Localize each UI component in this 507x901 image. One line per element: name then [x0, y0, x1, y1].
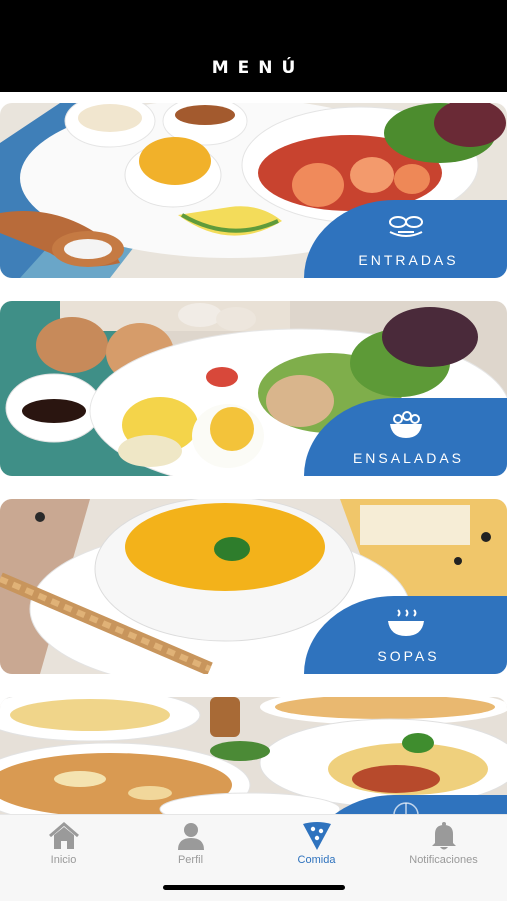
category-card-entradas[interactable]: ENTRADAS [0, 103, 507, 278]
category-label: ENSALADAS [352, 450, 465, 466]
app-header: MENÚ [0, 0, 507, 92]
category-card-pizza[interactable] [0, 697, 507, 814]
pizza-slice-icon [302, 822, 331, 850]
category-label: ENTRADAS [358, 252, 459, 268]
ensaladas-icon [389, 411, 422, 438]
sopas-icon [387, 609, 424, 636]
entradas-icon [388, 216, 423, 237]
home-icon [48, 822, 79, 849]
nav-label-notificaciones: Notificaciones [409, 854, 478, 866]
user-icon [177, 823, 204, 850]
nav-item-perfil[interactable]: Perfil [127, 821, 254, 873]
bell-icon [431, 822, 456, 850]
nav-label-perfil: Perfil [177, 854, 204, 866]
nav-label-inicio: Inicio [50, 854, 77, 866]
category-card-ensaladas[interactable]: ENSALADAS [0, 301, 507, 476]
nav-item-inicio[interactable]: Inicio [0, 821, 127, 873]
nav-label-comida: Comida [297, 854, 336, 866]
page-title: MENÚ [211, 58, 305, 78]
category-label: SOPAS [377, 648, 440, 664]
nav-item-comida[interactable]: Comida [253, 821, 380, 873]
category-card-sopas[interactable]: SOPAS [0, 499, 507, 674]
home-indicator [163, 885, 345, 890]
pizza-icon [392, 802, 419, 814]
category-list: ENTRADAS ENSALADAS SOPAS [0, 92, 507, 814]
nav-item-notificaciones[interactable]: Notificaciones [380, 821, 507, 873]
